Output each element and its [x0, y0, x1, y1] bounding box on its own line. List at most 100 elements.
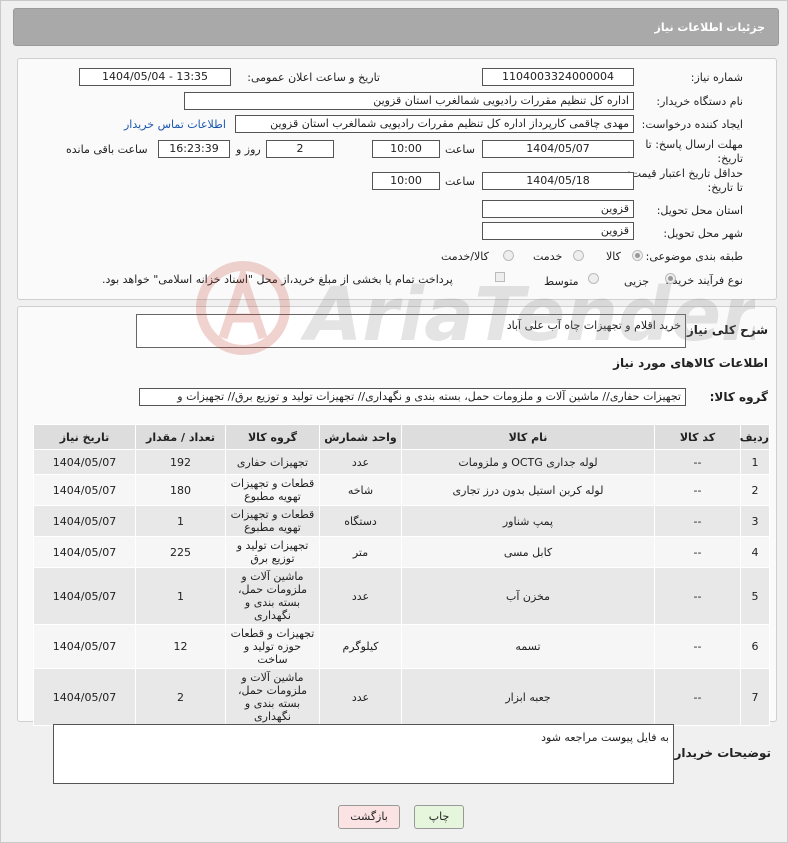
city-field: قزوین — [482, 222, 634, 240]
cell-group: قطعات و تجهیزات تهویه مطبوع — [225, 474, 320, 506]
cell-qty: 1 — [135, 505, 226, 537]
cell-code: -- — [654, 536, 741, 568]
process-minor-radio[interactable] — [665, 273, 676, 284]
category-goods-service-label: کالا/خدمت — [441, 250, 489, 263]
cell-row: 1 — [740, 449, 770, 475]
goods-table: ردیف کد کالا نام کالا واحد شمارش گروه کا… — [33, 424, 770, 726]
cell-row: 5 — [740, 567, 770, 625]
announce-datetime-field: 1404/05/04 - 13:35 — [79, 68, 231, 86]
remaining-time-field: 16:23:39 — [158, 140, 230, 158]
province-label: استان محل تحویل: — [656, 204, 743, 217]
deadline-time-field: 10:00 — [372, 140, 440, 158]
buyer-notes-field: به فایل پیوست مراجعه شود — [53, 724, 674, 784]
table-row: 4 -- کابل مسی متر تجهیزات تولید و توزیع … — [33, 536, 770, 568]
back-button[interactable]: بازگشت — [338, 805, 400, 829]
buyer-notes-label: توضیحات خریدار: — [669, 746, 771, 760]
cell-qty: 225 — [135, 536, 226, 568]
cell-code: -- — [654, 567, 741, 625]
col-header-qty: تعداد / مقدار — [135, 424, 226, 450]
cell-unit: دستگاه — [319, 505, 402, 537]
cell-group: قطعات و تجهیزات تهویه مطبوع — [225, 505, 320, 537]
cell-qty: 2 — [135, 668, 226, 726]
buyer-contact-link[interactable]: اطلاعات تماس خریدار — [124, 118, 226, 131]
table-row: 3 -- پمپ شناور دستگاه قطعات و تجهیزات ته… — [33, 505, 770, 537]
page-title: جزئیات اطلاعات نیاز — [654, 21, 766, 34]
table-row: 7 -- جعبه ابزار عدد ماشین آلات و ملزومات… — [33, 668, 770, 726]
cell-row: 2 — [740, 474, 770, 506]
category-goods-radio[interactable] — [632, 250, 643, 261]
goods-group-label: گروه کالا: — [709, 390, 768, 404]
process-minor-label: جزیی — [624, 275, 650, 288]
remaining-time-label: ساعت باقی مانده — [66, 143, 148, 156]
table-header-row: ردیف کد کالا نام کالا واحد شمارش گروه کا… — [33, 424, 770, 450]
cell-group: تجهیزات تولید و توزیع برق — [225, 536, 320, 568]
cell-code: -- — [654, 668, 741, 726]
description-field: خرید اقلام و تجهیزات چاه آب علی آباد — [136, 314, 686, 348]
deadline-label: مهلت ارسال پاسخ: تا تاریخ: — [645, 138, 743, 165]
cell-group: تجهیزات و قطعات حوزه تولید و ساخت — [225, 624, 320, 669]
cell-name: پمپ شناور — [401, 505, 655, 537]
cell-code: -- — [654, 474, 741, 506]
days-label: روز و — [236, 143, 261, 156]
cell-row: 6 — [740, 624, 770, 669]
cell-code: -- — [654, 505, 741, 537]
goods-group-field: تجهیزات حفاری// ماشین آلات و ملزومات حمل… — [139, 388, 686, 406]
col-header-row-number: ردیف — [740, 424, 770, 450]
cell-group: ماشین آلات و ملزومات حمل، بسته بندی و نگ… — [225, 567, 320, 625]
creator-field: مهدی چاقمی کارپرداز اداره کل تنظیم مقررا… — [235, 115, 634, 133]
announce-datetime-label: تاریخ و ساعت اعلان عمومی: — [247, 71, 380, 84]
col-header-name: نام کالا — [401, 424, 655, 450]
need-number-label: شماره نیاز: — [690, 71, 743, 84]
cell-name: جعبه ابزار — [401, 668, 655, 726]
process-type-label: نوع فرآیند خرید : — [665, 274, 743, 287]
treasury-payment-note: پرداخت تمام یا بخشی از مبلغ خرید،از محل … — [102, 273, 453, 286]
col-header-unit: واحد شمارش — [319, 424, 402, 450]
days-field: 2 — [266, 140, 334, 158]
cell-unit: متر — [319, 536, 402, 568]
cell-date: 1404/05/07 — [33, 474, 136, 506]
category-goods-label: کالا — [606, 250, 621, 263]
cell-date: 1404/05/07 — [33, 624, 136, 669]
table-row: 5 -- مخزن آب عدد ماشین آلات و ملزومات حم… — [33, 567, 770, 625]
col-header-group: گروه کالا — [225, 424, 320, 450]
need-number-field: 1104003324000004 — [482, 68, 634, 86]
process-medium-radio[interactable] — [588, 273, 599, 284]
cell-name: لوله کربن استیل بدون درز تجاری — [401, 474, 655, 506]
cell-row: 3 — [740, 505, 770, 537]
process-medium-label: متوسط — [544, 275, 579, 288]
validity-label: حداقل تاریخ اعتبار قیمت: تا تاریخ: — [627, 167, 743, 194]
province-field: قزوین — [482, 200, 634, 218]
cell-date: 1404/05/07 — [33, 449, 136, 475]
cell-unit: عدد — [319, 668, 402, 726]
cell-code: -- — [654, 449, 741, 475]
cell-unit: عدد — [319, 567, 402, 625]
cell-name: کابل مسی — [401, 536, 655, 568]
cell-name: مخزن آب — [401, 567, 655, 625]
category-service-radio[interactable] — [573, 250, 584, 261]
cell-date: 1404/05/07 — [33, 567, 136, 625]
city-label: شهر محل تحویل: — [663, 227, 743, 240]
cell-date: 1404/05/07 — [33, 505, 136, 537]
col-header-code: کد کالا — [654, 424, 741, 450]
category-goods-service-radio[interactable] — [503, 250, 514, 261]
cell-row: 4 — [740, 536, 770, 568]
treasury-payment-checkbox[interactable] — [495, 272, 505, 282]
table-row: 6 -- تسمه کیلوگرم تجهیزات و قطعات حوزه ت… — [33, 624, 770, 669]
table-row: 1 -- لوله جداری OCTG و ملزومات عدد تجهیز… — [33, 449, 770, 475]
cell-qty: 180 — [135, 474, 226, 506]
cell-code: -- — [654, 624, 741, 669]
cell-date: 1404/05/07 — [33, 536, 136, 568]
validity-date-field: 1404/05/18 — [482, 172, 634, 190]
cell-name: لوله جداری OCTG و ملزومات — [401, 449, 655, 475]
buyer-org-label: نام دستگاه خریدار: — [656, 95, 743, 108]
cell-unit: شاخه — [319, 474, 402, 506]
buyer-org-field: اداره کل تنظیم مقررات رادیویی شمالغرب اس… — [184, 92, 634, 110]
cell-qty: 192 — [135, 449, 226, 475]
deadline-date-field: 1404/05/07 — [482, 140, 634, 158]
category-service-label: خدمت — [533, 250, 563, 263]
cell-unit: عدد — [319, 449, 402, 475]
print-button[interactable]: چاپ — [414, 805, 464, 829]
cell-date: 1404/05/07 — [33, 668, 136, 726]
cell-unit: کیلوگرم — [319, 624, 402, 669]
description-label: شرح کلی نیاز: — [682, 323, 768, 337]
